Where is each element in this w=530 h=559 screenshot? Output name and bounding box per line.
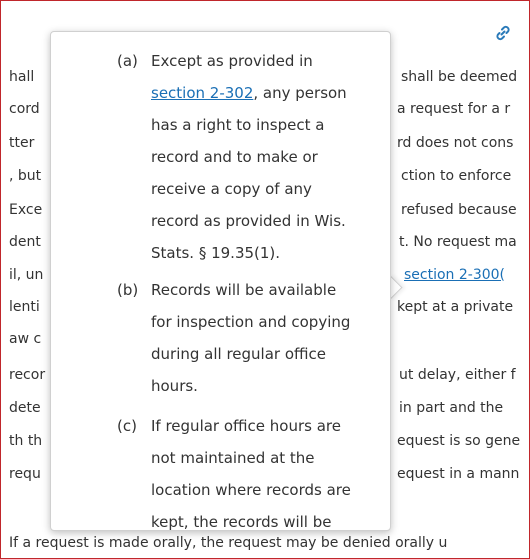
bg-line: cord [9,101,40,117]
bg-line: t. No request ma [399,234,517,250]
bg-line: tter [9,135,35,151]
link-icon[interactable] [495,25,511,41]
bg-line: dete [9,400,41,416]
bg-line: dent [9,234,41,250]
section-preview-tooltip: (a) Except as provided in section 2-302,… [50,31,391,531]
item-text: Records will be available for inspection… [151,281,351,395]
item-label: (c) [117,417,137,435]
bg-line: rd does not cons [397,135,514,151]
bg-line[interactable]: section 2-300( [404,265,505,285]
bg-line: , but [9,168,42,184]
item-label: (b) [117,281,139,299]
bg-line: in part and the [399,400,504,416]
bg-line: ction to enforce [401,168,512,184]
bg-line: Exce [9,202,43,218]
item-text: Except as provided in section 2-302, any… [151,52,347,262]
bg-line: If a request is made orally, the request… [9,535,448,551]
bg-line: a request for a r [397,101,511,117]
bg-line: hall [9,69,35,85]
section-link[interactable]: section 2-300( [404,267,505,283]
bg-line: aw c [9,331,42,347]
document-frame: hall shall be deemed cord a request for … [0,0,530,559]
bg-line: ut delay, either f [399,367,516,383]
bg-line: kept at a private [397,299,514,315]
bg-line: refused because [401,202,517,218]
section-2-302-link[interactable]: section 2-302 [151,84,253,102]
bg-line: lenti [9,299,40,315]
bg-line: requ [9,466,41,482]
bg-line: th th [9,433,43,449]
bg-line: equest in a mann [397,466,520,482]
bg-line: equest is so gene [397,433,521,449]
item-text: If regular office hours are not maintain… [151,417,351,531]
bg-line: shall be deemed [401,69,518,85]
item-label: (a) [117,52,138,70]
bg-line: recor [9,367,46,383]
bg-line: il, un [9,267,44,283]
